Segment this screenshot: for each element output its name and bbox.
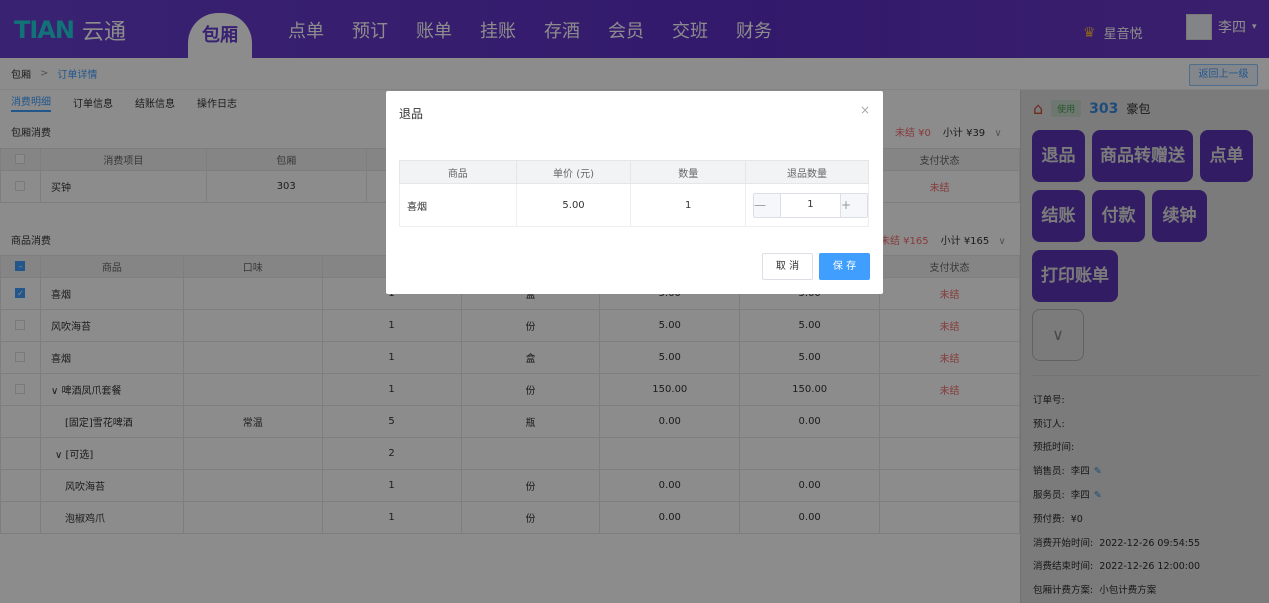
panel-overlay	[1020, 90, 1269, 603]
row-name: 喜烟	[399, 183, 517, 227]
return-goods-dialog: 退品 × 商品 单价 (元) 数量 退品数量 喜烟 5.00 1 — 1 + 取…	[386, 91, 883, 294]
return-qty-stepper: — 1 +	[752, 192, 868, 218]
table-header: 商品 单价 (元) 数量 退品数量	[399, 160, 870, 184]
col-header: 退品数量	[744, 160, 870, 184]
return-qty-cell: — 1 +	[744, 183, 870, 227]
return-qty-input[interactable]: 1	[779, 193, 841, 217]
row-qty: 1	[630, 183, 746, 227]
return-table: 商品 单价 (元) 数量 退品数量 喜烟 5.00 1 — 1 +	[399, 160, 870, 227]
table-row: 喜烟 5.00 1 — 1 +	[399, 183, 870, 227]
close-icon[interactable]: ×	[860, 103, 870, 117]
plus-icon[interactable]: +	[840, 193, 867, 217]
col-header: 单价 (元)	[515, 160, 632, 184]
save-button[interactable]: 保 存	[819, 253, 870, 280]
dialog-title: 退品	[399, 107, 424, 121]
cancel-button[interactable]: 取 消	[762, 253, 813, 280]
row-price: 5.00	[515, 183, 632, 227]
col-header: 数量	[630, 160, 746, 184]
col-header: 商品	[399, 160, 517, 184]
minus-icon[interactable]: —	[753, 193, 780, 217]
